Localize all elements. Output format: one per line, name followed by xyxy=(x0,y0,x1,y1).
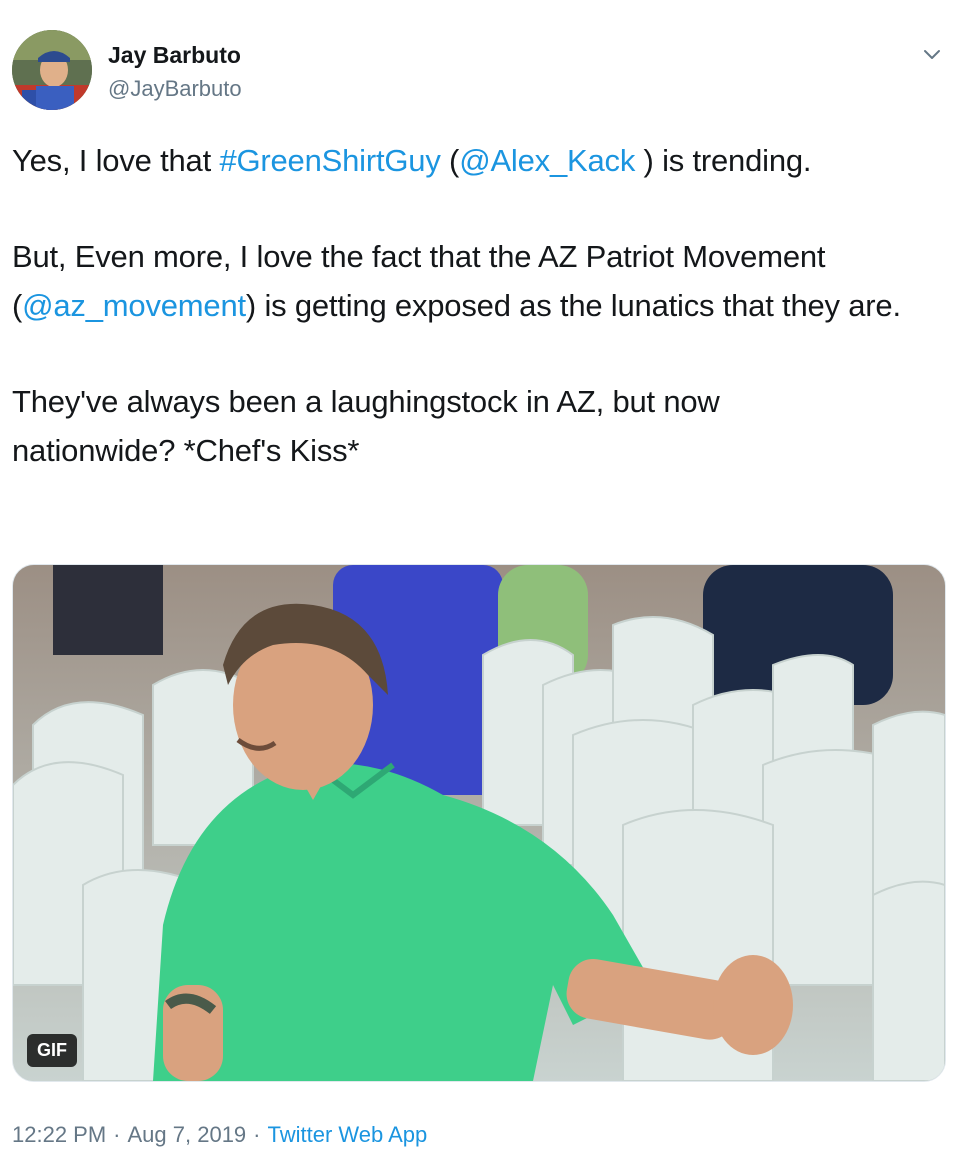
gif-image xyxy=(13,565,945,1081)
avatar[interactable] xyxy=(12,30,92,110)
author-handle[interactable]: @JayBarbuto xyxy=(108,76,242,102)
source-link[interactable]: Twitter Web App xyxy=(268,1122,428,1147)
tweet-paragraph-3: They've always been a laughingstock in A… xyxy=(12,384,720,468)
separator: · xyxy=(113,1122,121,1147)
mention-link[interactable]: @az_movement xyxy=(22,288,246,323)
gif-media[interactable]: GIF xyxy=(12,564,946,1082)
tweet-meta: 12:22 PM · Aug 7, 2019 · Twitter Web App xyxy=(12,1122,427,1148)
hashtag-link[interactable]: #GreenShirtGuy xyxy=(219,143,440,178)
tweet-paragraph-1: Yes, I love that #GreenShirtGuy (@Alex_K… xyxy=(12,136,952,185)
text-segment: ) is getting exposed as the lunatics tha… xyxy=(245,288,901,323)
mention-link[interactable]: @Alex_Kack xyxy=(459,143,635,178)
tweet-date[interactable]: Aug 7, 2019 xyxy=(128,1122,247,1147)
gif-badge: GIF xyxy=(27,1034,77,1067)
text-segment: Yes, I love that xyxy=(12,143,220,178)
chevron-down-icon[interactable] xyxy=(920,42,944,66)
tweet-time[interactable]: 12:22 PM xyxy=(12,1122,106,1147)
text-segment: ( xyxy=(440,143,460,178)
separator: · xyxy=(253,1122,261,1147)
tweet-text: Yes, I love that #GreenShirtGuy (@Alex_K… xyxy=(12,136,952,522)
author-name[interactable]: Jay Barbuto xyxy=(108,42,241,69)
tweet-header: Jay Barbuto @JayBarbuto xyxy=(12,30,948,114)
text-segment: ) is trending. xyxy=(635,143,812,178)
profile-photo-icon xyxy=(12,30,92,110)
tweet-paragraph-2: But, Even more, I love the fact that the… xyxy=(12,232,902,330)
